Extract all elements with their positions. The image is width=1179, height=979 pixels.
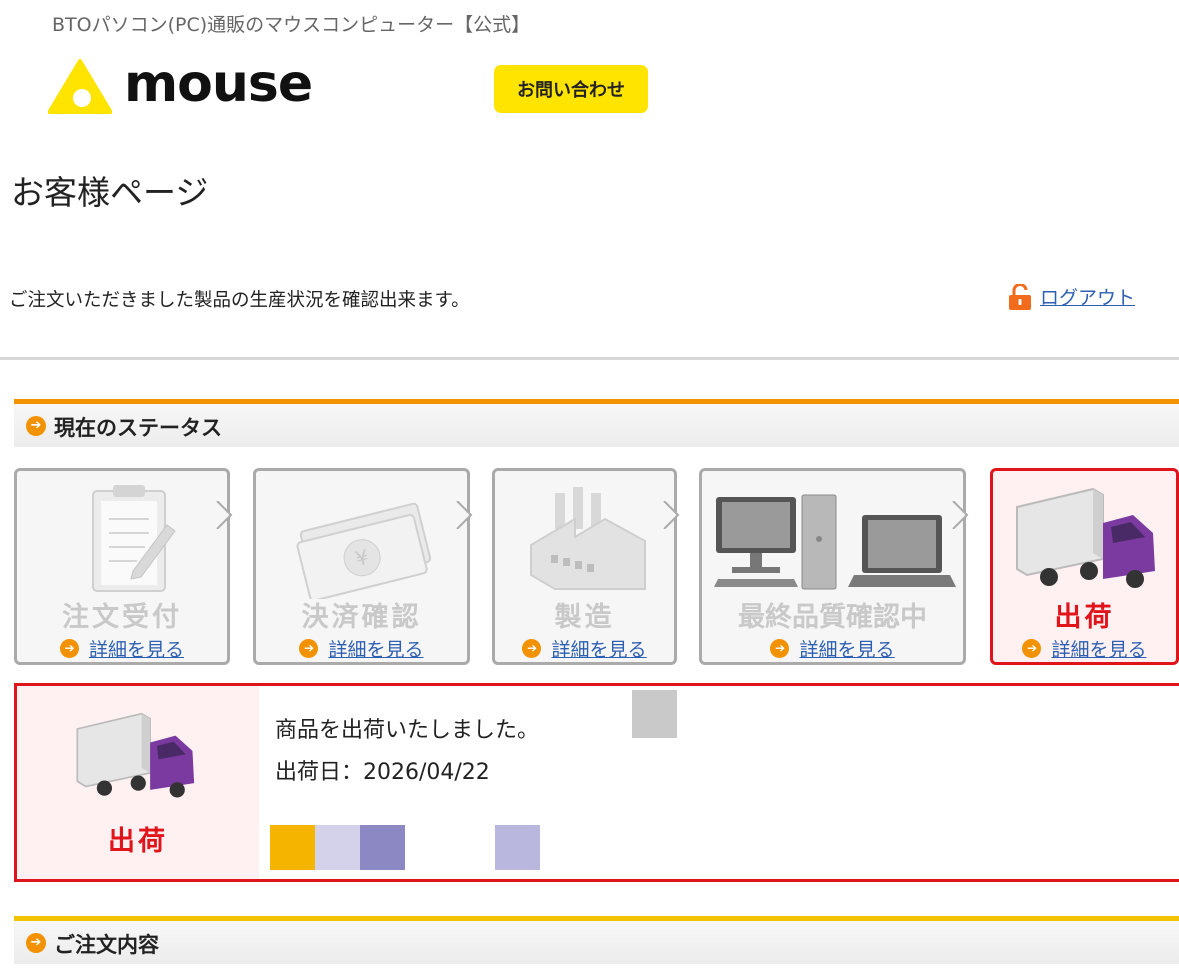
detail-message-block: 商品を出荷いたしました。 出荷日：2026/04/22 bbox=[275, 710, 539, 794]
status-step-payment-confirmed: ¥ 決済確認 ➔ 詳細を見る bbox=[253, 468, 473, 665]
money-icon: ¥ bbox=[296, 502, 432, 599]
status-step-order-received: 注文受付 ➔ 詳細を見る bbox=[14, 468, 233, 665]
step-detail-label[interactable]: 詳細を見る bbox=[89, 635, 184, 662]
contact-button[interactable]: お問い合わせ bbox=[494, 65, 648, 113]
status-section-title: 現在のステータス bbox=[54, 416, 222, 440]
redacted-block bbox=[315, 825, 360, 870]
clipboard-icon bbox=[92, 485, 176, 592]
logo-triangle-icon bbox=[48, 59, 112, 114]
status-section-header: ➔ 現在のステータス bbox=[14, 399, 1179, 447]
step-detail-label[interactable]: 詳細を見る bbox=[551, 635, 646, 662]
detail-message: 商品を出荷いたしました。 bbox=[275, 718, 540, 743]
step-detail-link[interactable]: ➔ 詳細を見る bbox=[495, 635, 674, 662]
step-detail-link[interactable]: ➔ 詳細を見る bbox=[256, 635, 467, 662]
step-name: 決済確認 bbox=[301, 602, 422, 633]
arrow-circle-icon: ➔ bbox=[26, 933, 46, 953]
step-detail-link[interactable]: ➔ 詳細を見る bbox=[702, 635, 963, 662]
step-name: 最終品質確認中 bbox=[738, 602, 927, 633]
factory-icon bbox=[530, 487, 646, 590]
step-detail-label[interactable]: 詳細を見る bbox=[799, 635, 894, 662]
step-name: 製造 bbox=[554, 602, 615, 633]
site-tagline: BTOパソコン(PC)通販のマウスコンピューター【公式】 bbox=[52, 14, 531, 36]
intro-text: ご注文いただきました製品の生産状況を確認出来ます。 bbox=[9, 290, 470, 311]
logout-label[interactable]: ログアウト bbox=[1040, 283, 1135, 310]
detail-status-name: 出荷 bbox=[108, 826, 168, 857]
step-detail-label[interactable]: 詳細を見る bbox=[1051, 635, 1146, 662]
status-step-final-quality-check: 最終品質確認中 ➔ 詳細を見る bbox=[699, 468, 969, 665]
redacted-block bbox=[632, 690, 677, 738]
arrow-circle-icon: ➔ bbox=[770, 639, 790, 658]
mouse-logo[interactable]: mouse bbox=[48, 54, 338, 116]
redacted-block bbox=[270, 825, 315, 870]
step-detail-link[interactable]: ➔ 詳細を見る bbox=[17, 635, 227, 662]
ship-date: 出荷日：2026/04/22 bbox=[275, 760, 490, 785]
truck-icon bbox=[1016, 487, 1155, 588]
page-title: お客様ページ bbox=[11, 173, 209, 212]
arrow-circle-icon: ➔ bbox=[59, 639, 79, 658]
logout-link[interactable]: ログアウト bbox=[1008, 283, 1135, 310]
arrow-circle-icon: ➔ bbox=[522, 639, 542, 658]
detail-status-panel: 出荷 bbox=[17, 686, 259, 879]
computers-icon bbox=[714, 494, 956, 590]
truck-icon bbox=[76, 712, 195, 798]
order-section-title: ご注文内容 bbox=[54, 933, 159, 957]
arrow-circle-icon: ➔ bbox=[1022, 639, 1042, 658]
status-step-shipped: 出荷 ➔ 詳細を見る bbox=[990, 468, 1179, 665]
chevron-right-icon bbox=[952, 501, 969, 529]
redacted-block bbox=[495, 825, 540, 870]
order-section-header: ➔ ご注文内容 bbox=[14, 916, 1179, 964]
step-name: 出荷 bbox=[1054, 602, 1115, 633]
step-detail-link[interactable]: ➔ 詳細を見る bbox=[993, 635, 1176, 662]
chevron-right-icon bbox=[216, 501, 233, 529]
redacted-block bbox=[360, 825, 405, 870]
chevron-right-icon bbox=[456, 501, 473, 529]
arrow-circle-icon: ➔ bbox=[26, 416, 46, 436]
current-status-detail: 出荷 商品を出荷いたしました。 出荷日：2026/04/22 bbox=[14, 683, 1179, 882]
status-step-manufacturing: 製造 ➔ 詳細を見る bbox=[492, 468, 680, 665]
arrow-circle-icon: ➔ bbox=[299, 639, 319, 658]
step-name: 注文受付 bbox=[62, 602, 182, 633]
logo-text: mouse bbox=[124, 54, 313, 114]
chevron-right-icon bbox=[663, 501, 680, 529]
header-divider bbox=[0, 357, 1179, 360]
unlock-icon bbox=[1009, 283, 1031, 310]
step-detail-label[interactable]: 詳細を見る bbox=[328, 635, 423, 662]
